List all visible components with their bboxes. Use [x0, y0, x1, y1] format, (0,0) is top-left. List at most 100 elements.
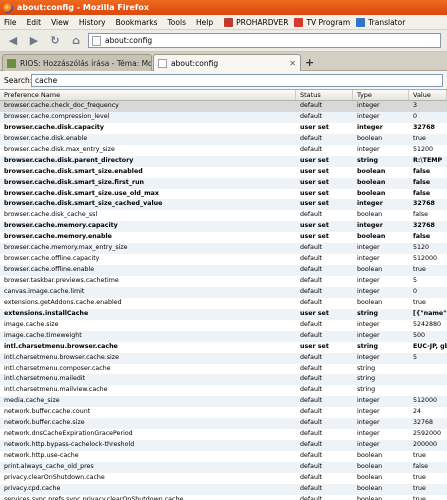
table-row[interactable]: image.cache.size default integer 5242880 [0, 320, 447, 331]
table-row[interactable]: browser.cache.memory.capacity user set int… [0, 221, 447, 233]
pref-name: browser.cache.memory.capacity [4, 222, 118, 230]
table-row[interactable]: network.buffer.cache.size default integer 3… [0, 418, 447, 430]
table-row[interactable]: image.cache.timeweight default integer 500 [0, 330, 447, 342]
column-value[interactable]: Value [409, 90, 447, 100]
table-row[interactable]: privacy.cpd.cache default boolean true [0, 483, 447, 495]
table-row[interactable]: network.dnsCacheExpirationGracePeriod def… [0, 429, 447, 440]
pref-status: default [300, 331, 323, 339]
bookmark-prohardver[interactable]: PROHARDVER [224, 17, 289, 27]
table-row[interactable]: media.cache_size default integer 512000 [0, 396, 447, 408]
table-row[interactable]: browser.cache.disk.smart_size.enabled use… [0, 167, 447, 178]
pref-value [409, 364, 447, 375]
table-row[interactable]: intl.charsetmenu.browser.cache user set st… [0, 342, 447, 353]
menu-view[interactable]: View [46, 18, 74, 27]
tab-rios[interactable]: RIOS: Hozzászólás írása - Téma: Mozilla … [2, 54, 152, 71]
table-row[interactable]: services.sync.prefs.sync.privacy.clearOn… [0, 495, 447, 500]
pref-status: default [300, 287, 323, 295]
pref-status: default [300, 419, 323, 427]
pref-type: integer [357, 397, 380, 405]
table-row[interactable]: extensions.getAddons.cache.enabled defaul… [0, 298, 447, 309]
table-row[interactable]: browser.cache.disk.max_entry_size default… [0, 145, 447, 156]
pref-type: boolean [357, 189, 386, 197]
forward-arrow-icon[interactable]: ▶ [26, 33, 42, 49]
table-row[interactable]: canvas.image.cache.limit default integer 0 [0, 286, 447, 298]
pref-name: media.cache_size [4, 397, 60, 405]
column-status[interactable]: Status [296, 90, 353, 100]
tab-about-config[interactable]: about:config ✕ [153, 54, 301, 72]
table-row[interactable]: print.always_cache_old_pres default boolea… [0, 461, 447, 473]
pref-type: integer [357, 430, 380, 438]
table-row[interactable]: browser.cache.disk.smart_size.first_run u… [0, 177, 447, 189]
table-row[interactable]: intl.charsetmenu.composer.cache default st… [0, 364, 447, 375]
table-row[interactable]: browser.cache.offline.enable default boole… [0, 265, 447, 276]
pref-type: integer [357, 222, 383, 230]
pref-status: user set [300, 189, 329, 197]
pref-status: default [300, 320, 323, 328]
pref-status: default [300, 277, 323, 284]
back-arrow-icon[interactable]: ◀ [5, 33, 21, 49]
bookmark-tv-program[interactable]: TV Program [294, 17, 350, 27]
pref-status: default [300, 244, 323, 252]
pref-type: string [357, 156, 379, 164]
new-tab-icon[interactable]: + [305, 56, 314, 69]
table-row[interactable]: network.http.use-cache default boolean true [0, 451, 447, 462]
pref-name: browser.cache.memory.max_entry_size [4, 244, 128, 252]
close-tab-icon[interactable]: ✕ [289, 59, 296, 68]
pref-type: boolean [357, 298, 383, 306]
pref-value: true [413, 452, 426, 459]
pref-name: browser.cache.disk.smart_size_cached_val… [4, 200, 163, 208]
table-row[interactable]: browser.cache.disk.smart_size_cached_val… [0, 199, 447, 211]
table-row[interactable]: browser.cache.disk.smart_size.use_old_ma… [0, 189, 447, 200]
bookmark-label: PROHARDVER [236, 17, 289, 27]
pref-status: default [300, 397, 323, 405]
pref-name: browser.cache.disk.enable [4, 134, 88, 142]
prohardver-icon [224, 17, 234, 27]
page-icon [92, 35, 101, 46]
table-row[interactable]: browser.cache.disk.capacity user set integ… [0, 123, 447, 134]
menu-history[interactable]: History [74, 18, 111, 27]
table-row[interactable]: privacy.clearOnShutdown.cache default bool… [0, 473, 447, 484]
pref-type: integer [357, 112, 380, 120]
table-row[interactable]: browser.cache.disk_cache_ssl default boole… [0, 210, 447, 221]
home-icon[interactable]: ⌂ [68, 33, 84, 49]
table-row[interactable]: browser.taskbar.previews.cachetime defaul… [0, 276, 447, 287]
table-row[interactable]: browser.cache.compression_level default in… [0, 111, 447, 123]
pref-name: network.dnsCacheExpirationGracePeriod [4, 430, 133, 438]
reload-icon[interactable]: ↻ [47, 33, 63, 49]
table-row[interactable]: browser.cache.disk.enable default boolean t… [0, 133, 447, 145]
table-row[interactable]: extensions.installCache user set string [{"… [0, 308, 447, 320]
search-input[interactable]: cache [31, 74, 443, 87]
pref-name: browser.cache.compression_level [4, 112, 110, 120]
menu-tools[interactable]: Tools [163, 18, 191, 27]
pref-name: services.sync.prefs.sync.privacy.clearOn… [4, 495, 184, 500]
url-bar[interactable]: about:config [88, 33, 441, 48]
column-preference-name[interactable]: Preference Name [0, 90, 296, 100]
table-row[interactable]: browser.cache.disk.parent_directory user … [0, 155, 447, 167]
pref-type: integer [357, 123, 383, 131]
menu-edit[interactable]: Edit [22, 18, 47, 27]
pref-status: user set [300, 222, 329, 230]
pref-status: default [300, 112, 323, 120]
table-row[interactable]: browser.cache.check_doc_frequency default… [0, 101, 447, 112]
pref-value: 5120 [413, 244, 430, 252]
table-row[interactable]: browser.cache.offline.capacity default int… [0, 254, 447, 265]
menu-bookmarks[interactable]: Bookmarks [111, 18, 163, 27]
pref-status: user set [300, 233, 329, 241]
pref-type: string [357, 386, 376, 394]
pref-status: default [300, 298, 323, 306]
pref-type: integer [357, 331, 380, 339]
table-row[interactable]: network.http.bypass-cachelock-threshold d… [0, 440, 447, 451]
table-row[interactable]: intl.charsetmenu.mailview.cache default st… [0, 385, 447, 396]
pref-type: integer [357, 320, 380, 328]
table-row[interactable]: intl.charsetmenu.mailedit default string [0, 374, 447, 386]
table-row[interactable]: intl.charsetmenu.browser.cache.size defau… [0, 352, 447, 364]
pref-value: true [413, 484, 426, 492]
table-row[interactable]: network.buffer.cache.count default integer… [0, 407, 447, 418]
pref-name: intl.charsetmenu.browser.cache.size [4, 353, 119, 361]
table-row[interactable]: browser.cache.memory.max_entry_size defau… [0, 243, 447, 255]
column-type[interactable]: Type [353, 90, 409, 100]
table-row[interactable]: browser.cache.memory.enable user set boole… [0, 232, 447, 243]
bookmark-translator[interactable]: Translator [356, 17, 405, 27]
menu-file[interactable]: File [0, 18, 22, 27]
menu-help[interactable]: Help [191, 18, 218, 27]
